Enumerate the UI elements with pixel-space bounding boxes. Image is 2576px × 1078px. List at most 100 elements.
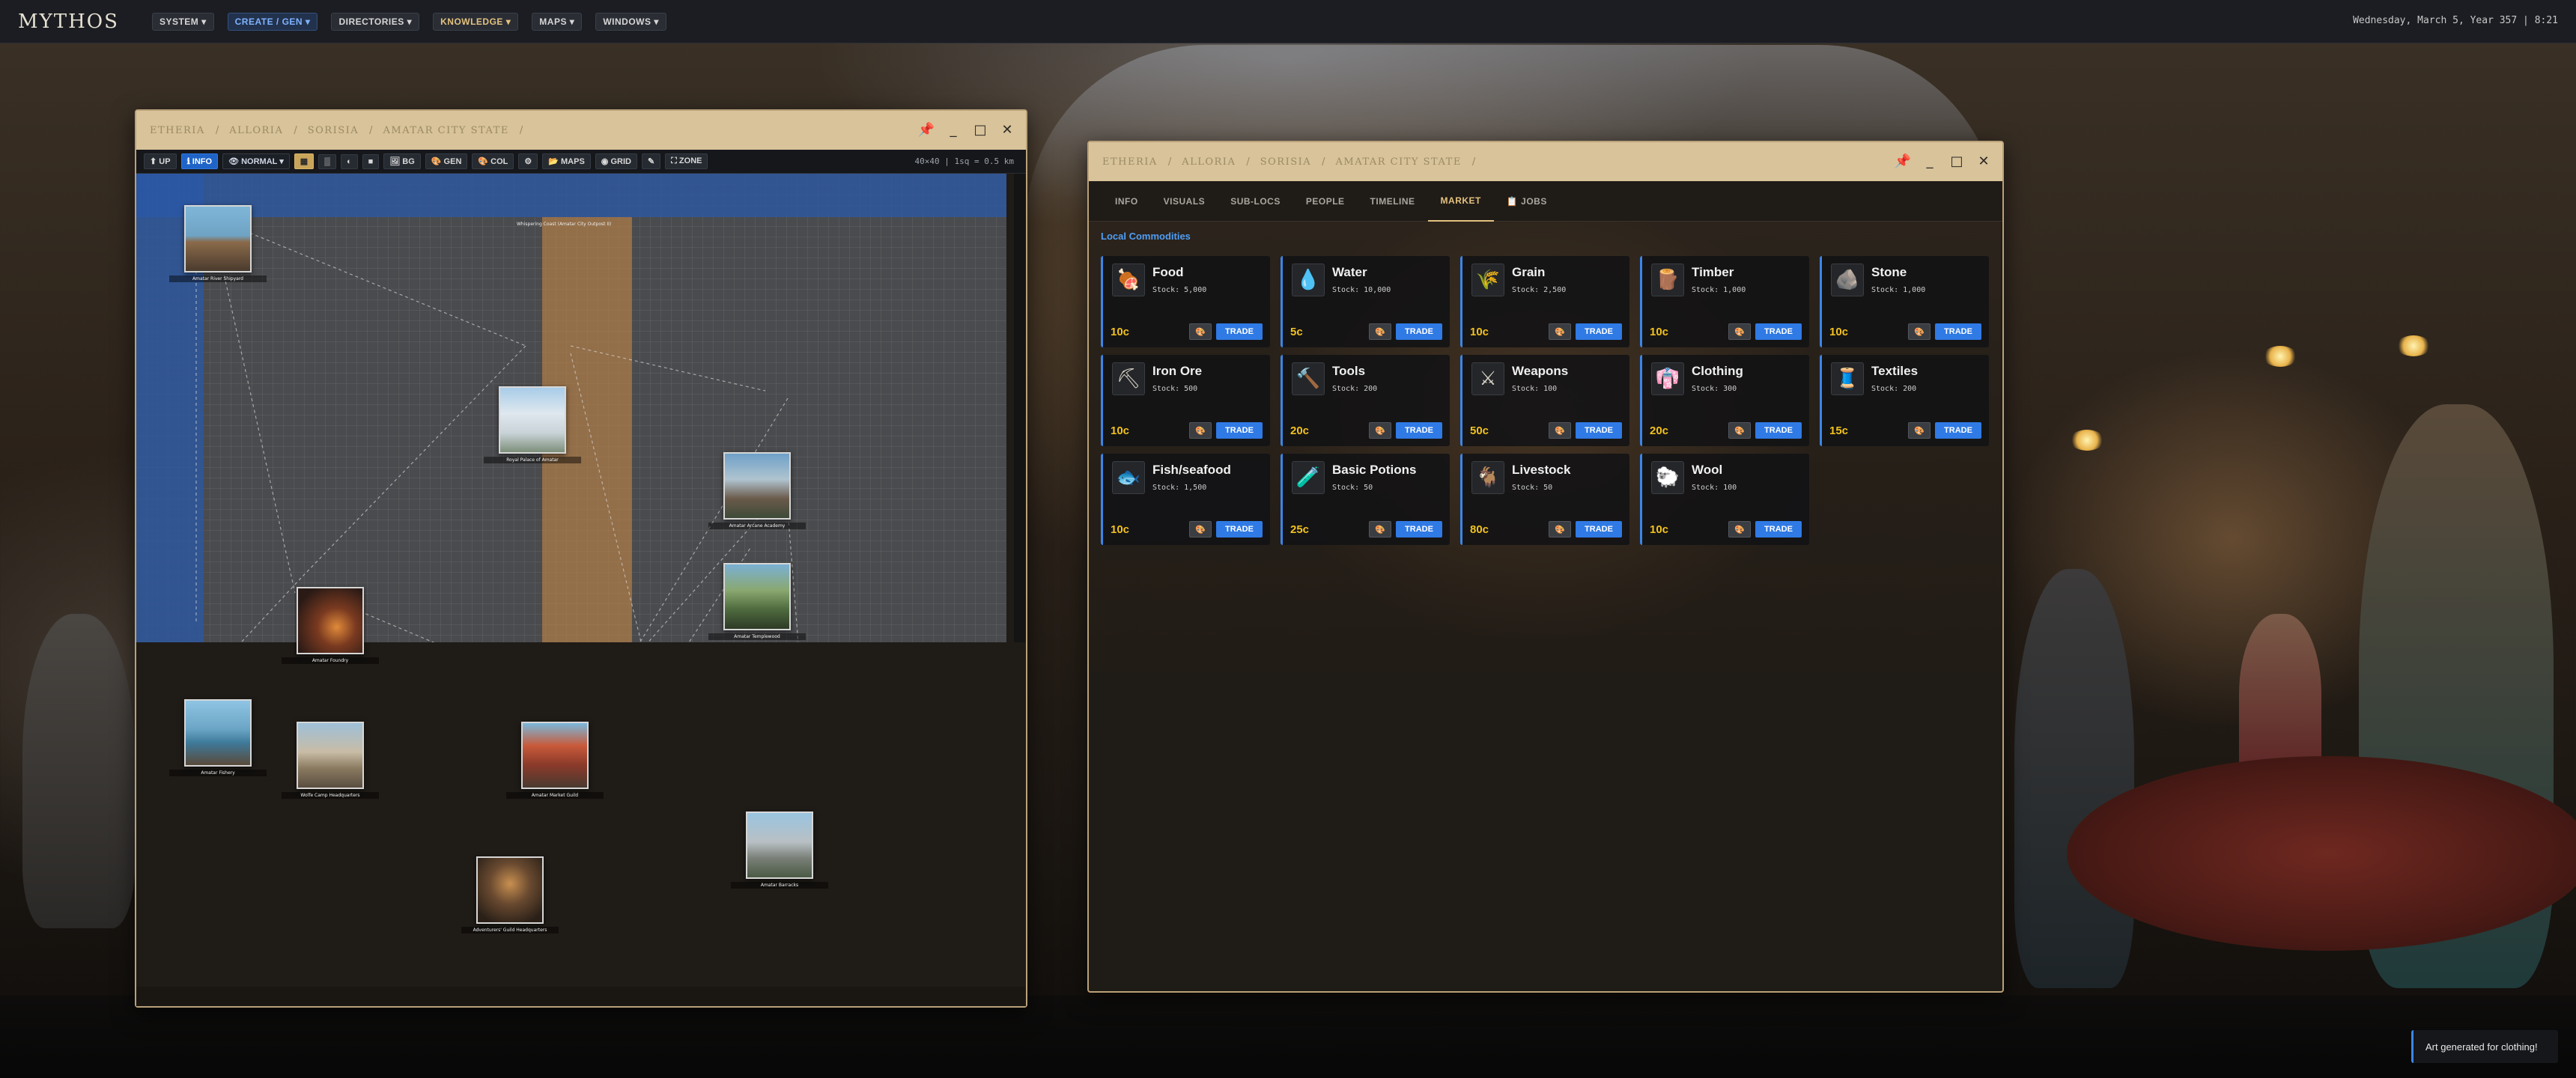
settings-button[interactable]: ⚙ (518, 153, 538, 169)
tab-visuals[interactable]: VISUALS (1151, 181, 1218, 222)
breadcrumb-alloria[interactable]: ALLORIA (229, 125, 283, 136)
map-scrollbar[interactable] (1014, 174, 1026, 642)
location-wolfe-camp[interactable]: Wolfe Camp Headquarters (282, 722, 379, 799)
commodity-card: 💧 Water Stock: 10,000 5c 🎨 TRADE (1281, 256, 1450, 347)
palette-icon[interactable]: ◐ (340, 153, 358, 169)
background-floor (0, 996, 2576, 1078)
breadcrumb-etheria[interactable]: ETHERIA (150, 125, 205, 136)
location-market-guild[interactable]: Amatar Market Guild (506, 722, 604, 799)
location-barracks[interactable]: Amatar Barracks (731, 811, 828, 889)
grid-button[interactable]: ◉ GRID (595, 153, 637, 169)
breadcrumb-amatar[interactable]: AMATAR CITY STATE (383, 125, 509, 136)
trade-button[interactable]: TRADE (1935, 323, 1981, 340)
top-menu-bar: MYTHOS SYSTEM ▾ CREATE / GEN ▾ DIRECTORI… (0, 0, 2576, 43)
map-window-titlebar[interactable]: ETHERIA / ALLORIA / SORISIA / AMATAR CIT… (136, 111, 1026, 150)
pin-icon[interactable]: 📌 (918, 121, 935, 138)
palette-icon[interactable]: 🎨 (1728, 422, 1751, 439)
trade-button[interactable]: TRADE (1755, 521, 1802, 538)
maximize-icon[interactable]: □ (972, 121, 988, 138)
menu-system[interactable]: SYSTEM ▾ (151, 12, 214, 31)
menu-windows[interactable]: WINDOWS ▾ (595, 12, 666, 31)
tab-market[interactable]: MARKET (1427, 181, 1494, 222)
trade-button[interactable]: TRADE (1216, 323, 1263, 340)
palette-icon[interactable]: 🎨 (1908, 323, 1931, 340)
col-button[interactable]: 🎨 COL (472, 153, 514, 169)
trade-button[interactable]: TRADE (1396, 323, 1442, 340)
background-figure (22, 614, 135, 928)
palette-icon[interactable]: 🎨 (1369, 422, 1391, 439)
breadcrumb-sorisia[interactable]: SORISIA (308, 125, 359, 136)
trade-button[interactable]: TRADE (1755, 323, 1802, 340)
location-foundry[interactable]: Amatar Foundry (282, 587, 379, 664)
gen-button[interactable]: 🎨 GEN (425, 153, 468, 169)
location-arcane-academy[interactable]: Amatar Arcane Academy (708, 452, 806, 529)
commodity-icon: 🐟 (1112, 461, 1145, 494)
palace-image (499, 386, 566, 454)
map-canvas[interactable]: Whispering Coast (Amatar City Outpost II… (136, 174, 1006, 642)
trade-button[interactable]: TRADE (1396, 422, 1442, 439)
view-mode-select[interactable]: 👁 NORMAL ▾ (222, 153, 290, 169)
notification-toast[interactable]: Art generated for clothing! (2411, 1030, 2558, 1063)
trade-button[interactable]: TRADE (1576, 323, 1622, 340)
trade-button[interactable]: TRADE (1396, 521, 1442, 538)
maps-button[interactable]: 📂 MAPS (542, 153, 591, 169)
palette-icon[interactable]: 🎨 (1908, 422, 1931, 439)
trade-button[interactable]: TRADE (1216, 521, 1263, 538)
palette-icon[interactable]: 🎨 (1189, 521, 1212, 538)
palette-icon[interactable]: 🎨 (1549, 521, 1571, 538)
location-royal-palace[interactable]: Royal Palace of Amatar (484, 386, 581, 463)
tab-info[interactable]: INFO (1102, 181, 1151, 222)
grid-toggle-icon[interactable]: ▒ (318, 153, 336, 169)
breadcrumb-sorisia[interactable]: SORISIA (1260, 156, 1311, 168)
palette-icon[interactable]: 🎨 (1369, 323, 1391, 340)
city-window-titlebar[interactable]: ETHERIA / ALLORIA / SORISIA / AMATAR CIT… (1089, 142, 2002, 181)
location-templewood[interactable]: Amatar Templewood (708, 563, 806, 640)
pin-icon[interactable]: 📌 (1895, 153, 1911, 169)
menu-maps[interactable]: MAPS ▾ (532, 12, 583, 31)
breadcrumb-etheria[interactable]: ETHERIA (1102, 156, 1158, 168)
market-guild-image (521, 722, 589, 789)
trade-button[interactable]: TRADE (1216, 422, 1263, 439)
zone-button[interactable]: ⛶ ZONE (665, 153, 708, 169)
commodity-price: 10c (1470, 326, 1489, 338)
palette-icon[interactable]: 🎨 (1189, 422, 1212, 439)
palette-icon[interactable]: 🎨 (1549, 323, 1571, 340)
commodity-name: Timber (1692, 265, 1734, 279)
location-shipyard[interactable]: Amatar River Shipyard (169, 205, 267, 282)
palette-icon[interactable]: 🎨 (1369, 521, 1391, 538)
trade-button[interactable]: TRADE (1935, 422, 1981, 439)
info-button[interactable]: ℹ INFO (180, 153, 219, 169)
commodity-price: 10c (1829, 326, 1849, 338)
palette-icon[interactable]: 🎨 (1549, 422, 1571, 439)
trade-button[interactable]: TRADE (1576, 422, 1622, 439)
tab-people[interactable]: PEOPLE (1293, 181, 1358, 222)
tab-sub-locs[interactable]: SUB-LOCS (1218, 181, 1293, 222)
close-icon[interactable]: ✕ (1975, 153, 1992, 169)
location-adventurers-guild[interactable]: Adventurers' Guild Headquarters (461, 856, 559, 934)
menu-create-gen[interactable]: CREATE / GEN ▾ (227, 12, 318, 31)
tab-jobs[interactable]: 📋 JOBS (1494, 181, 1560, 222)
palette-icon[interactable]: 🎨 (1728, 323, 1751, 340)
up-button[interactable]: ⬆ UP (144, 153, 177, 169)
tab-timeline[interactable]: TIMELINE (1358, 181, 1428, 222)
palette-icon[interactable]: 🎨 (1189, 323, 1212, 340)
palette-icon[interactable]: 🎨 (1728, 521, 1751, 538)
blue-square-icon[interactable]: ■ (362, 153, 380, 169)
bg-button[interactable]: 🖼 BG (383, 153, 421, 169)
close-icon[interactable]: ✕ (999, 121, 1015, 138)
minimize-icon[interactable]: _ (945, 121, 962, 138)
commodity-name: Water (1332, 265, 1367, 279)
brush-icon[interactable]: ✎ (641, 153, 661, 169)
menu-knowledge[interactable]: KNOWLEDGE ▾ (433, 12, 519, 31)
menu-directories[interactable]: DIRECTORIES ▾ (331, 12, 420, 31)
trade-button[interactable]: TRADE (1576, 521, 1622, 538)
layer-icon[interactable]: ▦ (294, 153, 315, 169)
commodity-name: Grain (1512, 265, 1546, 279)
minimize-icon[interactable]: _ (1922, 153, 1938, 169)
breadcrumb-amatar[interactable]: AMATAR CITY STATE (1336, 156, 1462, 168)
location-fishery[interactable]: Amatar Fishery (169, 699, 267, 776)
breadcrumb-alloria[interactable]: ALLORIA (1182, 156, 1236, 168)
maximize-icon[interactable]: □ (1948, 153, 1965, 169)
trade-button[interactable]: TRADE (1755, 422, 1802, 439)
commodity-icon: ⛏ (1112, 362, 1145, 395)
